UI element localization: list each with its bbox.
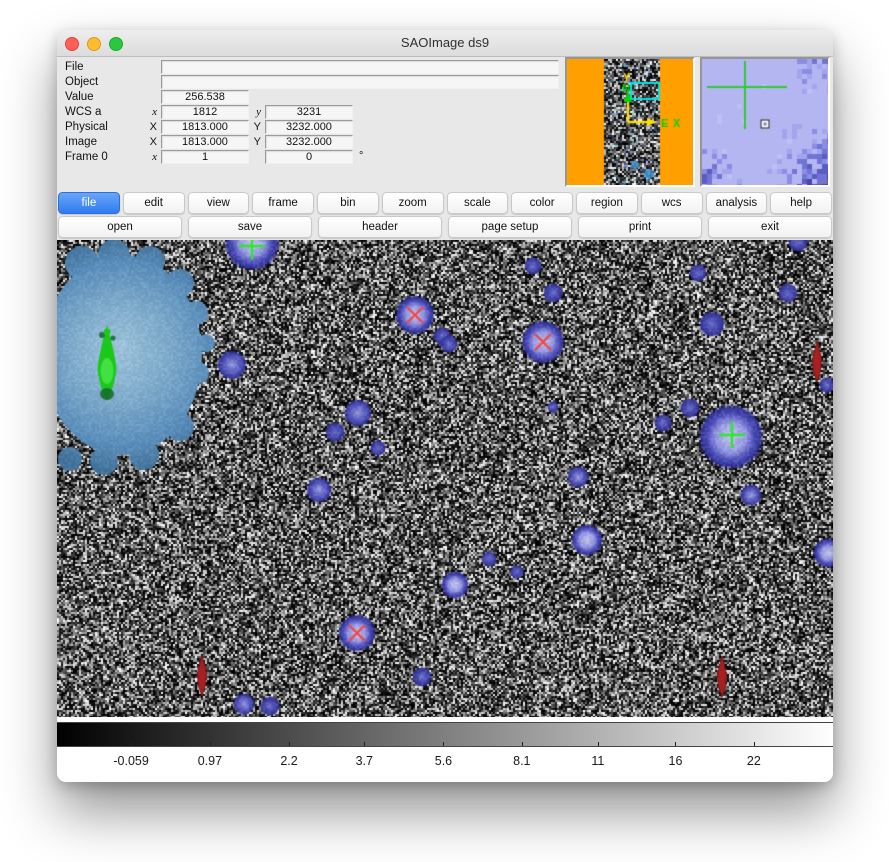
- image-x-sublabel: X: [145, 136, 157, 148]
- window-title: SAOImage ds9: [57, 30, 833, 56]
- menu-help[interactable]: help: [770, 192, 832, 214]
- magnifier[interactable]: [700, 57, 830, 187]
- image-x-field[interactable]: 1813.000: [161, 135, 249, 149]
- menu-analysis[interactable]: analysis: [706, 192, 768, 214]
- colorbar[interactable]: [57, 722, 833, 747]
- menubar: fileeditviewframebinzoomscalecolorregion…: [58, 192, 832, 213]
- panner[interactable]: [565, 57, 695, 187]
- colorbar-tick-label: 16: [669, 754, 683, 768]
- object-row: Object: [65, 75, 565, 90]
- menu-color[interactable]: color: [511, 192, 573, 214]
- wcs-x-sublabel: x: [145, 106, 157, 118]
- menu-region[interactable]: region: [576, 192, 638, 214]
- menu-zoom[interactable]: zoom: [382, 192, 444, 214]
- value-label: Value: [65, 91, 94, 103]
- sky-image-canvas[interactable]: [57, 240, 833, 717]
- file-field[interactable]: [161, 60, 559, 74]
- titlebar[interactable]: SAOImage ds9: [57, 30, 833, 57]
- colorbar-tick-label: 8.1: [513, 754, 530, 768]
- menu-edit[interactable]: edit: [123, 192, 185, 214]
- menu-scale[interactable]: scale: [447, 192, 509, 214]
- panner-canvas[interactable]: [567, 59, 693, 185]
- image-y-field[interactable]: 3232.000: [265, 135, 353, 149]
- file-actionbar: open save header page setup print exit: [58, 216, 832, 237]
- physical-y-sublabel: Y: [249, 121, 261, 133]
- frame-x-sublabel: x: [145, 151, 157, 163]
- degree-symbol: °: [359, 150, 363, 162]
- wcs-y-sublabel: y: [249, 106, 261, 118]
- wcs-y-field[interactable]: 3231: [265, 105, 353, 119]
- colorbar-tick: [754, 742, 755, 746]
- colorbar-tick: [675, 742, 676, 746]
- ds9-window: SAOImage ds9 File Object Value 256.538 W…: [57, 30, 833, 782]
- physical-label: Physical: [65, 121, 108, 133]
- action-header[interactable]: header: [318, 216, 442, 238]
- magnifier-canvas[interactable]: [702, 59, 828, 185]
- colorbar-tick-label: 11: [591, 754, 604, 768]
- colorbar-tick: [522, 742, 523, 746]
- value-field[interactable]: 256.538: [161, 90, 249, 104]
- file-label: File: [65, 61, 84, 73]
- colorbar-tick: [443, 742, 444, 746]
- desktop: SAOImage ds9 File Object Value 256.538 W…: [0, 0, 889, 862]
- colorbar-tick-label: 0.97: [198, 754, 222, 768]
- colorbar-section: -0.059 0.97 2.2 3.7 5.6 8.1 11 16 22: [57, 717, 833, 782]
- wcs-x-field[interactable]: 1812: [161, 105, 249, 119]
- menu-view[interactable]: view: [188, 192, 250, 214]
- action-open[interactable]: open: [58, 216, 182, 238]
- object-label: Object: [65, 76, 98, 88]
- colorbar-tick-label: 22: [747, 754, 761, 768]
- menu-file[interactable]: file: [58, 192, 120, 214]
- colorbar-tick: [598, 742, 599, 746]
- colorbar-tick-label: -0.059: [113, 754, 148, 768]
- colorbar-labels: -0.059 0.97 2.2 3.7 5.6 8.1 11 16 22: [57, 751, 833, 775]
- image-y-sublabel: Y: [249, 136, 261, 148]
- frame-label: Frame 0: [65, 151, 108, 163]
- action-print[interactable]: print: [578, 216, 702, 238]
- colorbar-tick: [289, 742, 290, 746]
- menu-bin[interactable]: bin: [317, 192, 379, 214]
- menu-wcs[interactable]: wcs: [641, 192, 703, 214]
- menu-frame[interactable]: frame: [252, 192, 314, 214]
- frame-zoom-field[interactable]: 1: [161, 150, 249, 164]
- physical-x-field[interactable]: 1813.000: [161, 120, 249, 134]
- object-field[interactable]: [161, 75, 559, 89]
- value-row: Value 256.538: [65, 90, 565, 105]
- colorbar-tick: [210, 742, 211, 746]
- physical-row: Physical X 1813.000 Y 3232.000: [65, 120, 565, 135]
- info-panel: File Object Value 256.538 WCS a x 1812 y…: [57, 57, 833, 192]
- image-row: Image X 1813.000 Y 3232.000: [65, 135, 565, 150]
- file-row: File: [65, 60, 565, 75]
- colorbar-tick-label: 3.7: [356, 754, 373, 768]
- physical-y-field[interactable]: 3232.000: [265, 120, 353, 134]
- image-label: Image: [65, 136, 97, 148]
- coordinate-readout: File Object Value 256.538 WCS a x 1812 y…: [65, 60, 565, 170]
- action-exit[interactable]: exit: [708, 216, 832, 238]
- frame-row: Frame 0 x 1 0 °: [65, 150, 565, 165]
- image-display[interactable]: [57, 240, 833, 717]
- colorbar-tick: [131, 742, 132, 746]
- action-page-setup[interactable]: page setup: [448, 216, 572, 238]
- wcs-row: WCS a x 1812 y 3231: [65, 105, 565, 120]
- colorbar-tick-label: 2.2: [280, 754, 297, 768]
- colorbar-tick: [364, 742, 365, 746]
- frame-rotation-field[interactable]: 0: [265, 150, 353, 164]
- physical-x-sublabel: X: [145, 121, 157, 133]
- colorbar-tick-label: 5.6: [435, 754, 452, 768]
- wcs-label: WCS a: [65, 106, 101, 118]
- action-save[interactable]: save: [188, 216, 312, 238]
